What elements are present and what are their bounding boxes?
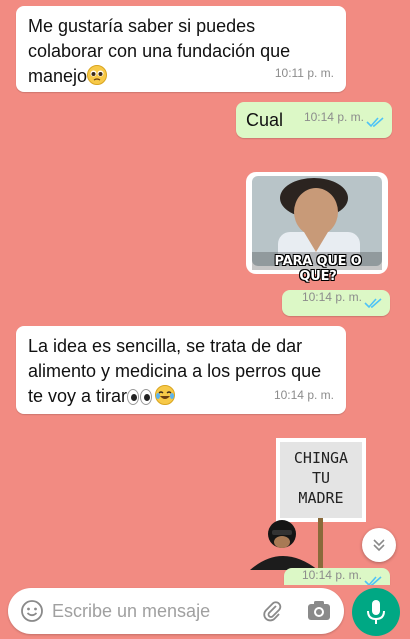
message-time: 10:11 p. m. bbox=[274, 66, 334, 80]
message-outgoing[interactable]: Cual 10:14 p. m. bbox=[236, 102, 392, 138]
microphone-icon bbox=[367, 600, 385, 624]
pleading-face-icon bbox=[87, 65, 108, 85]
camera-icon[interactable] bbox=[306, 599, 332, 623]
message-input[interactable]: Escribe un mensaje bbox=[52, 601, 210, 622]
message-time: 10:14 p. m. bbox=[301, 568, 362, 582]
read-ticks-icon bbox=[366, 117, 384, 128]
emoji-icon[interactable] bbox=[20, 599, 44, 623]
message-text-line: alimento y medicina a los perros que bbox=[28, 361, 322, 381]
sign-line: TU bbox=[311, 469, 331, 487]
sign-line: CHINGA bbox=[293, 449, 349, 467]
sticker-meme[interactable]: PARA QUE O QUE? bbox=[244, 168, 390, 284]
read-ticks-icon bbox=[364, 298, 382, 309]
voice-message-button[interactable] bbox=[352, 588, 400, 636]
message-text-line: manejo bbox=[28, 66, 88, 86]
sticker-time-pill: 10:14 p. m. bbox=[284, 568, 390, 585]
scroll-to-bottom-button[interactable] bbox=[362, 528, 396, 562]
sticker-time-pill: 10:14 p. m. bbox=[282, 290, 390, 316]
message-time: 10:14 p. m. bbox=[303, 110, 364, 124]
sign-line: MADRE bbox=[298, 489, 344, 507]
message-time: 10:14 p. m. bbox=[273, 388, 334, 402]
read-ticks-icon bbox=[364, 576, 382, 585]
sticker-caption: PARA QUE O QUE? bbox=[274, 254, 362, 284]
message-incoming[interactable]: Me gustaría saber si puedes colaborar co… bbox=[16, 6, 346, 92]
message-text: Cual bbox=[246, 110, 284, 130]
paperclip-icon[interactable] bbox=[260, 599, 284, 623]
message-text-line: Me gustaría saber si puedes bbox=[28, 16, 256, 36]
sticker-protest-sign[interactable]: CHINGA TU MADRE bbox=[246, 436, 374, 570]
message-text-line: La idea es sencilla, se trata de dar bbox=[28, 336, 303, 356]
sign-text: CHINGA TU MADRE bbox=[280, 448, 362, 508]
message-text-line: te voy a tirar bbox=[28, 386, 128, 406]
message-time: 10:14 p. m. bbox=[301, 290, 362, 304]
joy-face-icon bbox=[155, 385, 176, 405]
chevron-double-down-icon bbox=[373, 539, 385, 552]
message-composer[interactable]: Escribe un mensaje bbox=[8, 588, 344, 634]
message-incoming[interactable]: La idea es sencilla, se trata de dar ali… bbox=[16, 326, 346, 414]
chat-area[interactable]: Me gustaría saber si puedes colaborar co… bbox=[0, 0, 410, 585]
eyes-icon bbox=[127, 387, 153, 412]
